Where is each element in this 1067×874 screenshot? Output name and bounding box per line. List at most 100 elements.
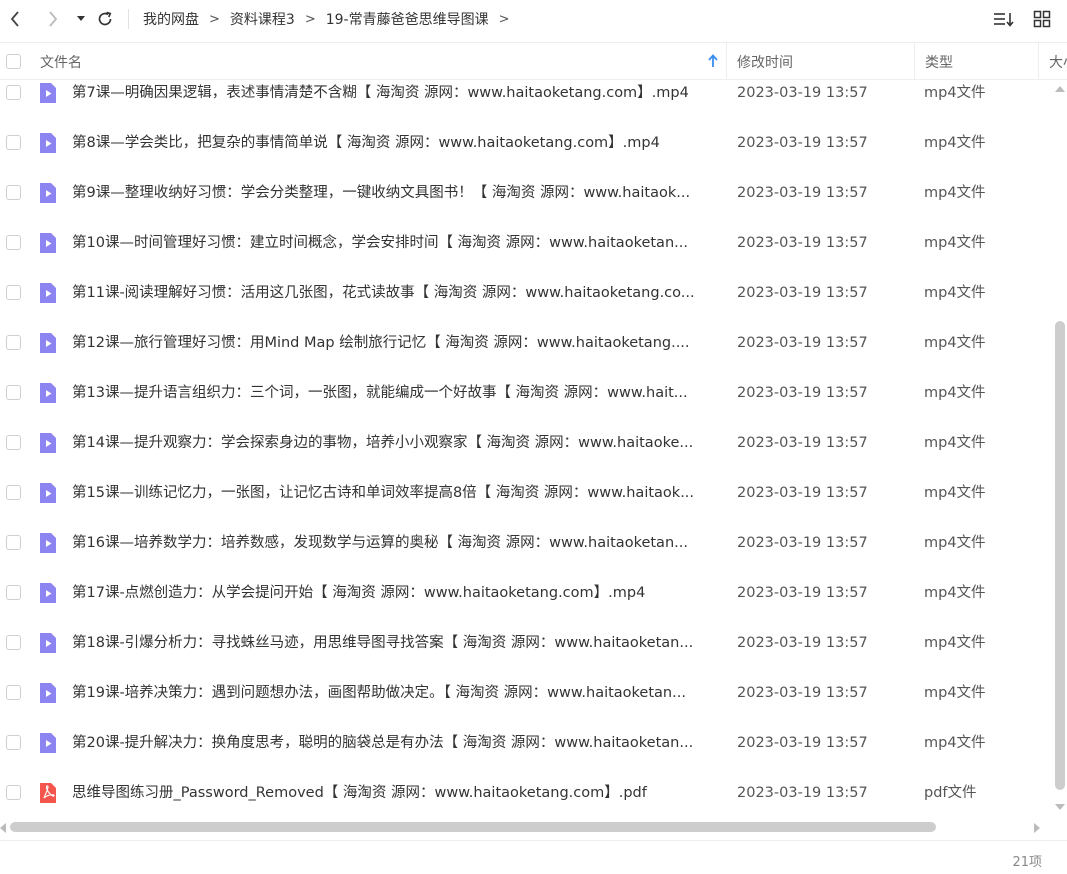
file-checkbox[interactable]: [6, 485, 21, 500]
chevron-left-icon: [10, 11, 19, 27]
toolbar-right: [993, 0, 1053, 38]
breadcrumb-separator: >: [304, 11, 316, 27]
caret-down-icon: [77, 16, 85, 21]
scroll-down-arrow-icon[interactable]: [1055, 804, 1065, 810]
file-checkbox[interactable]: [6, 585, 21, 600]
file-modified-time: 2023-03-19 13:57: [737, 235, 868, 251]
file-modified-time: 2023-03-19 13:57: [737, 85, 868, 101]
file-row[interactable]: 第7课—明确因果逻辑，表述事情清楚不含糊【 海淘资 源网：www.haitaok…: [0, 68, 1052, 118]
file-row[interactable]: 第15课—训练记忆力，一张图，让记忆古诗和单词效率提高8倍【 海淘资 源网：ww…: [0, 468, 1052, 518]
file-checkbox[interactable]: [6, 85, 21, 100]
scroll-left-arrow-icon[interactable]: [0, 823, 6, 833]
file-row[interactable]: 第16课—培养数学力：培养数感，发现数学与运算的奥秘【 海淘资 源网：www.h…: [0, 518, 1052, 568]
grid-view-icon: [1033, 10, 1051, 28]
file-row[interactable]: 第19课-培养决策力：遇到问题想办法，画图帮助做决定。【 海淘资 源网：www.…: [0, 668, 1052, 718]
file-row[interactable]: 第9课—整理收纳好习惯：学会分类整理，一键收纳文具图书！【 海淘资 源网：www…: [0, 168, 1052, 218]
file-checkbox[interactable]: [6, 185, 21, 200]
item-count: 21项: [1012, 855, 1042, 870]
file-name: 第14课—提升观察力：学会探索身边的事物，培养小小观察家【 海淘资 源网：www…: [72, 435, 694, 451]
file-type: mp4文件: [924, 235, 986, 251]
file-name: 第9课—整理收纳好习惯：学会分类整理，一键收纳文具图书！【 海淘资 源网：www…: [72, 185, 691, 201]
breadcrumb-separator: >: [498, 11, 510, 27]
file-row[interactable]: 第14课—提升观察力：学会探索身边的事物，培养小小观察家【 海淘资 源网：www…: [0, 418, 1052, 468]
file-row[interactable]: 思维导图练习册_Password_Removed【 海淘资 源网：www.hai…: [0, 768, 1052, 818]
file-modified-time: 2023-03-19 13:57: [737, 135, 868, 151]
file-name: 思维导图练习册_Password_Removed【 海淘资 源网：www.hai…: [72, 785, 647, 801]
scroll-up-arrow-icon[interactable]: [1055, 86, 1065, 92]
refresh-button[interactable]: [94, 5, 116, 33]
file-type: mp4文件: [924, 635, 986, 651]
view-mode-button[interactable]: [1031, 8, 1053, 30]
video-file-icon: [38, 632, 58, 654]
file-name: 第10课—时间管理好习惯：建立时间概念，学会安排时间【 海淘资 源网：www.h…: [72, 235, 688, 251]
file-row[interactable]: 第13课—提升语言组织力：三个词，一张图，就能编成一个好故事【 海淘资 源网：w…: [0, 368, 1052, 418]
history-dropdown-button[interactable]: [74, 5, 88, 33]
file-type: mp4文件: [924, 735, 986, 751]
file-type: mp4文件: [924, 435, 986, 451]
video-file-icon: [38, 532, 58, 554]
select-all-checkbox[interactable]: [6, 54, 21, 69]
video-file-icon: [38, 232, 58, 254]
forward-button[interactable]: [42, 5, 64, 33]
file-row[interactable]: 第10课—时间管理好习惯：建立时间概念，学会安排时间【 海淘资 源网：www.h…: [0, 218, 1052, 268]
file-modified-time: 2023-03-19 13:57: [737, 735, 868, 751]
back-button[interactable]: [4, 5, 26, 33]
file-modified-time: 2023-03-19 13:57: [737, 435, 868, 451]
file-type: mp4文件: [924, 485, 986, 501]
file-name: 第20课-提升解决力：换角度思考，聪明的脑袋总是有办法【 海淘资 源网：www.…: [72, 735, 694, 751]
horizontal-scroll-track[interactable]: [10, 822, 1028, 832]
file-modified-time: 2023-03-19 13:57: [737, 535, 868, 551]
toolbar: 我的网盘 > 资料课程3 > 19-常青藤爸爸思维导图课 >: [0, 0, 1067, 38]
sort-button[interactable]: [993, 8, 1015, 30]
file-row[interactable]: 第11课-阅读理解好习惯：活用这几张图，花式读故事【 海淘资 源网：www.ha…: [0, 268, 1052, 318]
file-name: 第15课—训练记忆力，一张图，让记忆古诗和单词效率提高8倍【 海淘资 源网：ww…: [72, 485, 695, 501]
file-row[interactable]: 第17课-点燃创造力：从学会提问开始【 海淘资 源网：www.haitaoket…: [0, 568, 1052, 618]
file-checkbox[interactable]: [6, 285, 21, 300]
horizontal-scrollbar[interactable]: [0, 820, 1052, 836]
breadcrumb-item[interactable]: 我的网盘: [143, 9, 199, 29]
file-type: mp4文件: [924, 385, 986, 401]
file-modified-time: 2023-03-19 13:57: [737, 185, 868, 201]
file-checkbox[interactable]: [6, 335, 21, 350]
video-file-icon: [38, 482, 58, 504]
file-row[interactable]: 第8课—学会类比，把复杂的事情简单说【 海淘资 源网：www.haitaoket…: [0, 118, 1052, 168]
toolbar-divider: [128, 9, 129, 29]
video-file-icon: [38, 682, 58, 704]
file-modified-time: 2023-03-19 13:57: [737, 785, 868, 801]
video-file-icon: [38, 732, 58, 754]
vertical-scroll-track[interactable]: [1055, 100, 1065, 790]
file-checkbox[interactable]: [6, 385, 21, 400]
breadcrumb: 我的网盘 > 资料课程3 > 19-常青藤爸爸思维导图课 >: [143, 9, 520, 29]
file-type: mp4文件: [924, 135, 986, 151]
breadcrumb-separator: >: [209, 11, 220, 27]
video-file-icon: [38, 82, 58, 104]
vertical-scrollbar[interactable]: [1053, 80, 1067, 814]
vertical-scroll-thumb[interactable]: [1055, 320, 1065, 790]
file-checkbox[interactable]: [6, 635, 21, 650]
file-name: 第12课—旅行管理好习惯：用Mind Map 绘制旅行记忆【 海淘资 源网：ww…: [72, 335, 690, 351]
file-list: 第7课—明确因果逻辑，表述事情清楚不含糊【 海淘资 源网：www.haitaok…: [0, 68, 1052, 818]
file-name: 第16课—培养数学力：培养数感，发现数学与运算的奥秘【 海淘资 源网：www.h…: [72, 535, 688, 551]
breadcrumb-item[interactable]: 19-常青藤爸爸思维导图课: [326, 9, 489, 29]
file-row[interactable]: 第12课—旅行管理好习惯：用Mind Map 绘制旅行记忆【 海淘资 源网：ww…: [0, 318, 1052, 368]
file-type: mp4文件: [924, 335, 986, 351]
breadcrumb-item[interactable]: 资料课程3: [230, 9, 295, 29]
file-name: 第11课-阅读理解好习惯：活用这几张图，花式读故事【 海淘资 源网：www.ha…: [72, 285, 695, 301]
file-name: 第8课—学会类比，把复杂的事情简单说【 海淘资 源网：www.haitaoket…: [72, 135, 660, 151]
file-row[interactable]: 第20课-提升解决力：换角度思考，聪明的脑袋总是有办法【 海淘资 源网：www.…: [0, 718, 1052, 768]
file-type: mp4文件: [924, 85, 986, 101]
file-checkbox[interactable]: [6, 535, 21, 550]
file-modified-time: 2023-03-19 13:57: [737, 685, 868, 701]
horizontal-scroll-thumb[interactable]: [10, 822, 937, 832]
file-modified-time: 2023-03-19 13:57: [737, 285, 868, 301]
file-checkbox[interactable]: [6, 685, 21, 700]
file-checkbox[interactable]: [6, 235, 21, 250]
status-bar: 21项: [0, 840, 1067, 874]
file-checkbox[interactable]: [6, 735, 21, 750]
file-checkbox[interactable]: [6, 135, 21, 150]
file-checkbox[interactable]: [6, 785, 21, 800]
scroll-right-arrow-icon[interactable]: [1034, 823, 1040, 833]
file-checkbox[interactable]: [6, 435, 21, 450]
video-file-icon: [38, 182, 58, 204]
file-row[interactable]: 第18课-引爆分析力：寻找蛛丝马迹，用思维导图寻找答案【 海淘资 源网：www.…: [0, 618, 1052, 668]
